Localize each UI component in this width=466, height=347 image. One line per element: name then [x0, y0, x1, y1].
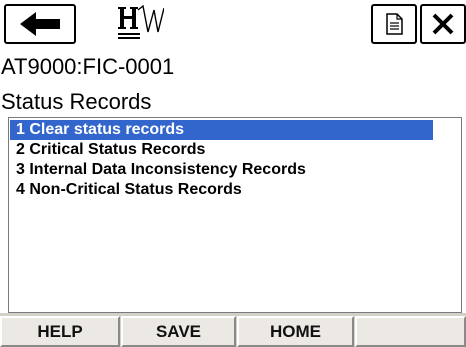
- blank-softkey[interactable]: [355, 316, 466, 347]
- page-title: Status Records: [1, 89, 152, 114]
- close-button[interactable]: [420, 4, 466, 44]
- document-icon: [386, 13, 403, 35]
- list-item-clear-status-records[interactable]: 1 Clear status records: [10, 120, 433, 140]
- save-button[interactable]: SAVE: [121, 316, 236, 347]
- hw-logo-icon: [118, 4, 164, 39]
- status-records-list: 1 Clear status records 2 Critical Status…: [8, 117, 462, 313]
- device-tag-title: AT9000:FIC-0001: [1, 54, 175, 79]
- softkey-bar: HELP SAVE HOME: [0, 313, 466, 347]
- close-x-icon: [432, 13, 454, 35]
- list-item-non-critical-status-records[interactable]: 4 Non-Critical Status Records: [10, 180, 433, 200]
- list-item-internal-data-inconsistency-records[interactable]: 3 Internal Data Inconsistency Records: [10, 160, 433, 180]
- left-arrow-icon: [20, 12, 60, 36]
- back-button[interactable]: [4, 4, 76, 44]
- top-bar: [0, 0, 466, 52]
- help-button[interactable]: HELP: [0, 316, 120, 347]
- list-item-critical-status-records[interactable]: 2 Critical Status Records: [10, 140, 433, 160]
- home-button[interactable]: HOME: [237, 316, 354, 347]
- document-button[interactable]: [371, 4, 417, 44]
